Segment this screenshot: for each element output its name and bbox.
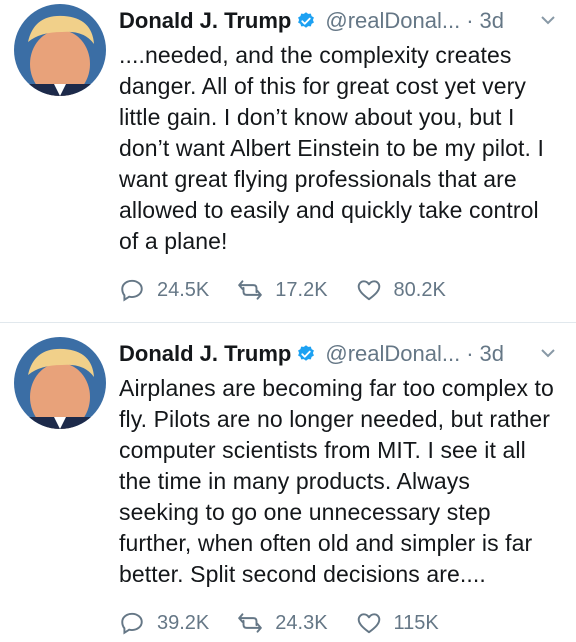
separator-dot: ·: [466, 8, 474, 33]
like-button[interactable]: 115K: [356, 610, 439, 636]
retweet-button[interactable]: 24.3K: [237, 610, 328, 636]
tweet-text: ....needed, and the complexity creates d…: [119, 42, 545, 254]
tweet-header: Donald J. Trump @realDonal... · 3d: [119, 337, 556, 371]
verified-badge-icon: [298, 345, 315, 361]
tweet[interactable]: Donald J. Trump @realDonal... · 3d Airpl…: [0, 323, 576, 642]
avatar[interactable]: [14, 337, 106, 429]
retweet-count: 24.3K: [275, 611, 328, 634]
tweet-content: Donald J. Trump @realDonal... · 3d ....n…: [119, 4, 556, 257]
heart-icon: [357, 613, 380, 634]
tweet[interactable]: Donald J. Trump @realDonal... · 3d ....n…: [0, 0, 576, 323]
author-name[interactable]: Donald J. Trump: [119, 341, 291, 367]
avatar[interactable]: [14, 4, 106, 96]
reply-icon: [121, 279, 143, 302]
chevron-down-icon[interactable]: [540, 14, 556, 26]
author-handle[interactable]: @realDonal...: [325, 341, 460, 367]
reply-count: 39.2K: [157, 611, 210, 634]
tweet-actions: 39.2K 24.3K 115K: [119, 610, 467, 636]
retweet-count: 17.2K: [275, 278, 328, 301]
verified-badge-icon: [298, 12, 315, 28]
tweet-text: Airplanes are becoming far too complex t…: [119, 375, 554, 587]
retweet-button[interactable]: 17.2K: [237, 277, 328, 303]
retweet-icon: [238, 280, 263, 300]
author-name[interactable]: Donald J. Trump: [119, 8, 291, 34]
author-handle[interactable]: @realDonal...: [325, 8, 460, 34]
timestamp[interactable]: 3d: [480, 341, 504, 367]
chevron-down-icon[interactable]: [540, 347, 556, 359]
timestamp[interactable]: 3d: [480, 8, 504, 34]
reply-count: 24.5K: [157, 278, 210, 301]
tweet-actions: 24.5K 17.2K 80.2K: [119, 277, 474, 303]
like-count: 80.2K: [393, 278, 446, 301]
tweet-header: Donald J. Trump @realDonal... · 3d: [119, 4, 556, 38]
separator-dot: ·: [466, 341, 474, 366]
like-count: 115K: [393, 611, 439, 634]
reply-icon: [121, 612, 143, 635]
reply-button[interactable]: 39.2K: [119, 610, 209, 636]
reply-button[interactable]: 24.5K: [119, 277, 209, 303]
like-button[interactable]: 80.2K: [356, 277, 446, 303]
tweet-content: Donald J. Trump @realDonal... · 3d Airpl…: [119, 337, 556, 590]
heart-icon: [357, 280, 380, 301]
retweet-icon: [238, 613, 263, 633]
